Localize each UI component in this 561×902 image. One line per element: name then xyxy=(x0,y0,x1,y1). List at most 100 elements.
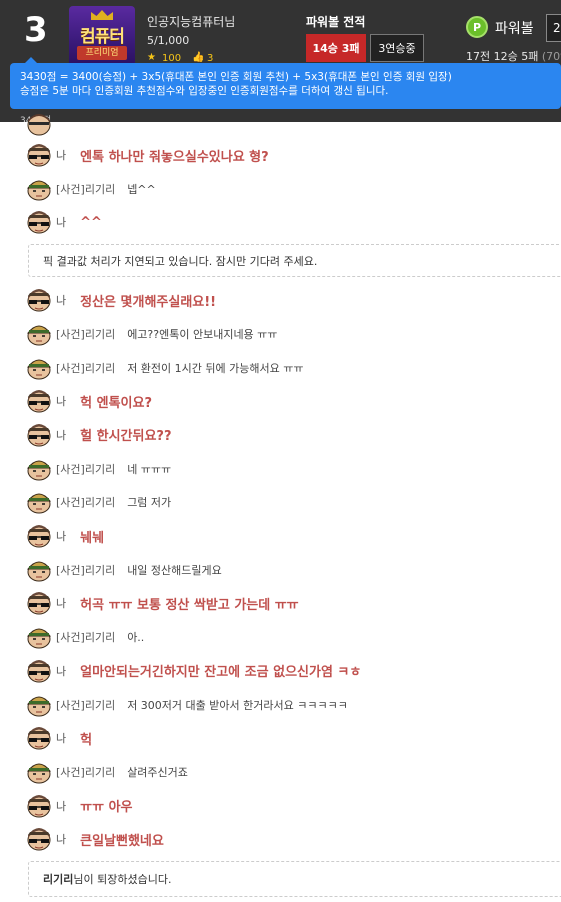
user-message: [사건]리기리 아.. xyxy=(26,625,144,649)
message-text: 살려주신거죠 xyxy=(127,765,188,779)
avatar-icon[interactable] xyxy=(26,726,52,750)
message-nick[interactable]: [사건]리기리 xyxy=(56,494,115,510)
user-message: [사건]리기리 내일 정산해드릴게요 xyxy=(26,558,222,582)
message-text: 헐 한시간뒤요?? xyxy=(80,429,172,445)
message-nick[interactable]: 나 xyxy=(56,292,66,308)
avatar-icon[interactable] xyxy=(26,591,52,615)
message-nick[interactable]: 나 xyxy=(56,730,66,746)
user-message: [사건]리기리 저 환전이 1시간 뒤에 가능해서요 ㅠㅠ xyxy=(26,356,303,380)
message-nick[interactable]: 나 xyxy=(56,595,66,611)
user-message: [사건]리기리 넵^^ xyxy=(26,177,156,201)
my-message: 나 헐 한시간뒤요?? xyxy=(26,423,172,447)
avatar-icon[interactable] xyxy=(26,210,52,234)
streak-badge: 3연승중 xyxy=(370,34,424,62)
message-text: 네 ㅠㅠㅠ xyxy=(127,462,172,476)
tooltip-arrow xyxy=(25,57,37,63)
message-nick[interactable]: 나 xyxy=(56,831,66,847)
my-message: 나 얼마안되는거긴하지만 잔고에 조금 없으신가염 ㅋㅎ xyxy=(26,659,361,683)
message-text: ㅠㅠ 아우 xyxy=(80,800,133,816)
avatar-icon[interactable] xyxy=(26,490,52,514)
my-message: 나 헉 엔톡이요? xyxy=(26,389,152,413)
leave-notice-name: 리기리 xyxy=(43,873,74,886)
my-message: 나 큰일날뻔했네요 xyxy=(26,827,164,851)
chat-log[interactable]: 나 엔톡 하나만 줘놓으실수있나요 형? [사건]리기리 넵^^ 나 ^^ 픽 결과값 처리… xyxy=(0,114,561,902)
avatar-icon[interactable] xyxy=(26,177,52,201)
message-nick[interactable]: [사건]리기리 xyxy=(56,562,115,578)
user-message: [사건]리기리 저 300저거 대출 받아서 한거라서요 ㅋㅋㅋㅋㅋ xyxy=(26,693,348,717)
message-text: 얼마안되는거긴하지만 잔고에 조금 없으신가염 ㅋㅎ xyxy=(80,665,362,681)
my-message: 나 엔톡 하나만 줘놓으실수있나요 형? xyxy=(26,143,269,167)
message-nick[interactable]: 나 xyxy=(56,528,66,544)
message-nick[interactable]: 나 xyxy=(56,147,66,163)
powerball-icon: P xyxy=(466,16,488,38)
avatar-icon[interactable] xyxy=(26,693,52,717)
avatar-icon[interactable] xyxy=(26,524,52,548)
host-name[interactable]: 인공지능컴퓨터님 xyxy=(147,13,235,30)
logo-sub: 프리미엄 xyxy=(77,46,127,60)
message-text: 저 환전이 1시간 뒤에 가능해서요 ㅠㅠ xyxy=(127,361,304,375)
avatar-icon[interactable] xyxy=(26,143,52,167)
crown-icon xyxy=(91,10,113,20)
avatar-icon xyxy=(26,112,52,136)
message-nick[interactable]: [사건]리기리 xyxy=(56,461,115,477)
room-logo: 컴퓨터 프리미엄 xyxy=(69,6,135,66)
avatar-icon[interactable] xyxy=(26,356,52,380)
powerball-record-pct: (70% xyxy=(541,50,561,63)
message-text: 저 300저거 대출 받아서 한거라서요 ㅋㅋㅋㅋㅋ xyxy=(127,698,348,712)
avatar-icon[interactable] xyxy=(26,423,52,447)
user-message: [사건]리기리 그럼 저가 xyxy=(26,490,171,514)
message-nick[interactable]: [사건]리기리 xyxy=(56,764,115,780)
message-text: 눼눼 xyxy=(80,530,105,546)
avatar-icon[interactable] xyxy=(26,389,52,413)
message-text: 엔톡 하나만 줘놓으실수있나요 형? xyxy=(80,149,269,165)
message-nick[interactable]: [사건]리기리 xyxy=(56,629,115,645)
powerball-record: 17전 12승 5패 (70% xyxy=(466,48,561,64)
message-nick[interactable]: [사건]리기리 xyxy=(56,326,115,342)
message-nick[interactable]: 나 xyxy=(56,214,66,230)
logo-text: 컴퓨터 xyxy=(80,27,125,47)
message-text: 헉 xyxy=(80,732,93,748)
avatar-icon[interactable] xyxy=(26,659,52,683)
avatar-icon[interactable] xyxy=(26,794,52,818)
message-text: 헉 엔톡이요? xyxy=(80,395,152,411)
message-nick[interactable]: [사건]리기리 xyxy=(56,181,115,197)
avatar-icon[interactable] xyxy=(26,457,52,481)
message-nick[interactable]: [사건]리기리 xyxy=(56,697,115,713)
member-count: 5/1,000 xyxy=(147,34,190,47)
tooltip-line-2: 승점은 5분 마다 인증회원 추천점수와 입장중인 인증회원점수를 더하여 갱신… xyxy=(20,85,389,97)
avatar-icon[interactable] xyxy=(26,760,52,784)
powerball-record-text: 17전 12승 5패 xyxy=(466,50,539,63)
message-text: 내일 정산해드릴게요 xyxy=(127,563,222,577)
avatar-icon[interactable] xyxy=(26,288,52,312)
star-icon: ★ xyxy=(147,52,156,63)
message-text: ^^ xyxy=(80,214,102,230)
message-text: 허곡 ㅠㅠ 보통 정산 싹받고 가는데 ㅠㅠ xyxy=(80,597,299,613)
my-message: 나 눼눼 xyxy=(26,524,104,548)
avatar-icon[interactable] xyxy=(26,827,52,851)
rank-number: 3 xyxy=(24,10,48,50)
leave-notice: 리기리 님이 퇴장하셨습니다. xyxy=(28,861,561,897)
message-nick[interactable]: 나 xyxy=(56,393,66,409)
message-text: 큰일날뻔했네요 xyxy=(80,833,164,849)
my-message: 나 정산은 몇개해주실래요!! xyxy=(26,288,216,312)
my-message: 나헉 xyxy=(26,726,92,750)
thumbs-up-icon: 👍 xyxy=(192,52,205,63)
message-text: 넵^^ xyxy=(127,182,156,196)
leave-notice-suffix: 님이 퇴장하셨습니다. xyxy=(73,873,172,886)
message-text: 에고??엔톡이 안보내지네용 ㅠㅠ xyxy=(127,327,278,341)
message-nick[interactable]: 나 xyxy=(56,663,66,679)
message-nick[interactable]: 나 xyxy=(56,427,66,443)
win-loss-badge: 14승 3패 xyxy=(306,34,366,62)
system-notice: 픽 결과값 처리가 지연되고 있습니다. 잠시만 기다려 주세요. xyxy=(28,244,561,278)
powerball-title[interactable]: 파워볼 xyxy=(495,18,534,38)
avatar-icon[interactable] xyxy=(26,558,52,582)
message-text: 아.. xyxy=(127,631,145,645)
avatar-icon[interactable] xyxy=(26,625,52,649)
my-message: 나 ㅠㅠ 아우 xyxy=(26,794,133,818)
tooltip-line-1: 3430점 = 3400(승점) + 3x5(휴대폰 본인 인증 회원 추천) … xyxy=(20,71,452,83)
message-nick[interactable]: [사건]리기리 xyxy=(56,360,115,376)
avatar-icon[interactable] xyxy=(26,322,52,346)
message-nick[interactable]: 나 xyxy=(56,798,66,814)
points-tooltip: 3430점 = 3400(승점) + 3x5(휴대폰 본인 인증 회원 추천) … xyxy=(10,57,561,109)
user-message: [사건]리기리 살려주신거죠 xyxy=(26,760,188,784)
